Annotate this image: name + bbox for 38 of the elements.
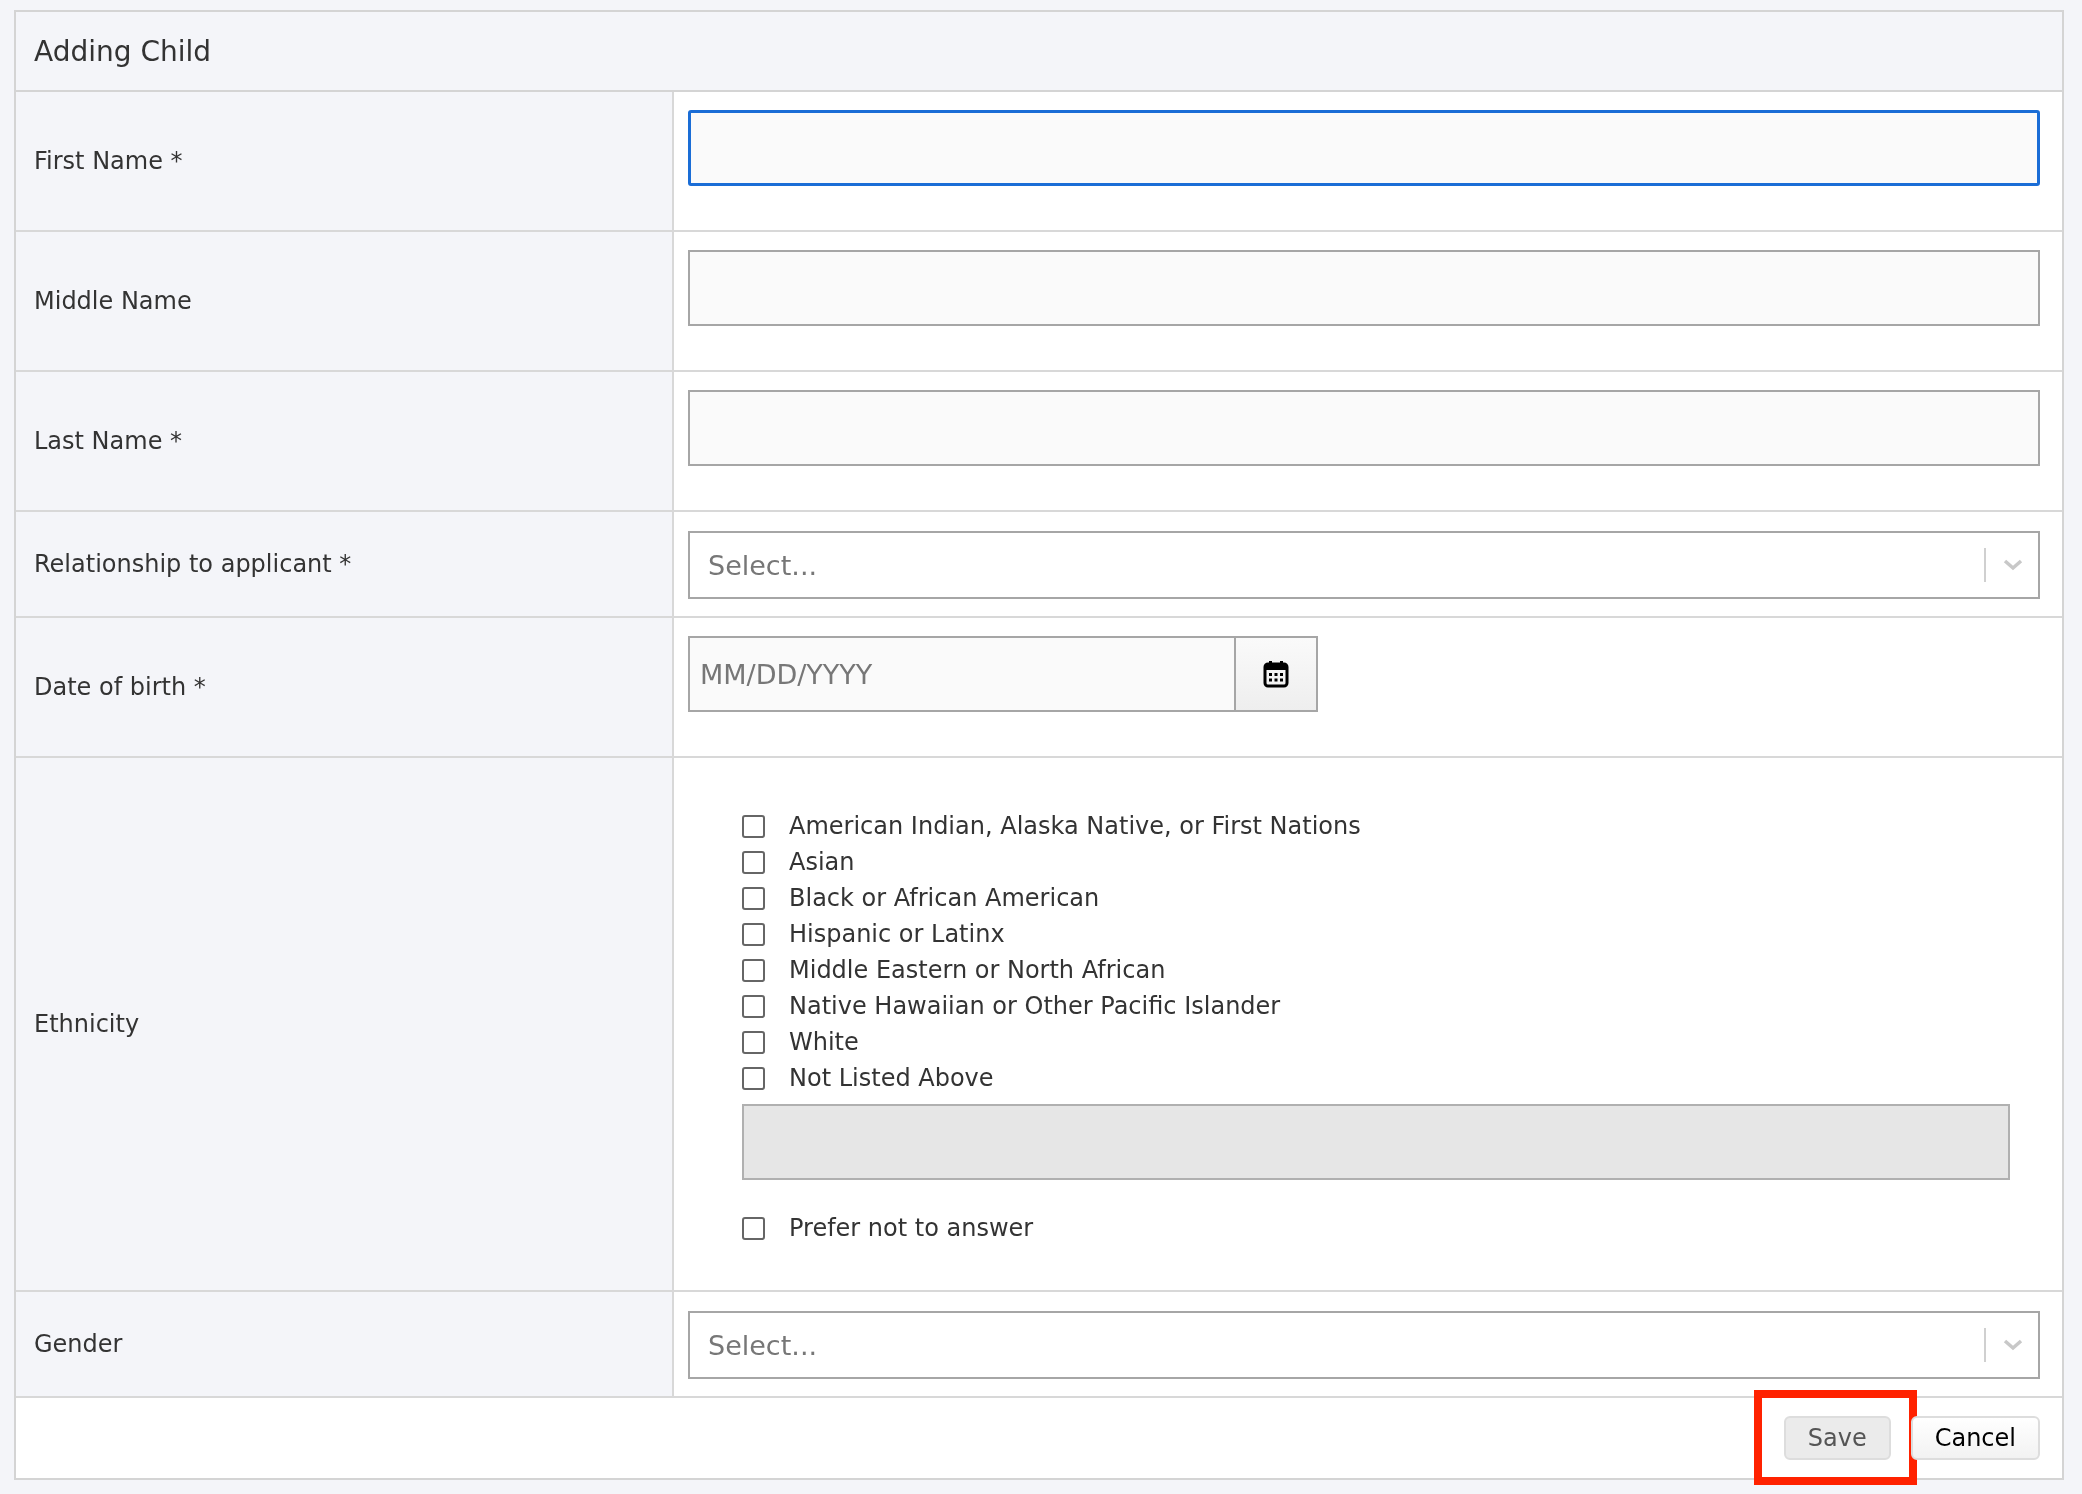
action-button[interactable]: Save — [1783, 1416, 1891, 1460]
checkbox[interactable] — [742, 994, 765, 1018]
checkbox[interactable] — [742, 1030, 765, 1054]
checkbox[interactable] — [742, 1066, 765, 1090]
form-title: Adding Child — [34, 34, 212, 68]
checkbox-label: White — [789, 1028, 859, 1056]
checkbox[interactable] — [742, 1216, 765, 1240]
checkbox[interactable] — [742, 814, 765, 838]
date-field[interactable]: MM/DD/YYYY — [688, 636, 1236, 712]
select-dropdown[interactable]: Select... — [688, 531, 2040, 599]
field-label: Relationship to applicant * — [34, 550, 352, 578]
checkbox[interactable] — [742, 850, 765, 874]
checkbox-label: Hispanic or Latinx — [789, 920, 1005, 948]
field-label: First Name * — [34, 147, 183, 175]
text-field[interactable] — [688, 110, 2040, 186]
checkbox[interactable] — [742, 922, 765, 946]
checkbox-label: Native Hawaiian or Other Pacific Islander — [789, 992, 1281, 1020]
checkbox[interactable] — [742, 886, 765, 910]
text-field[interactable] — [688, 250, 2040, 326]
checkbox-label: Not Listed Above — [789, 1064, 994, 1092]
text-field[interactable] — [688, 390, 2040, 466]
chevron-down-icon — [2002, 1338, 2024, 1352]
field-label: Date of birth * — [34, 673, 206, 701]
select-dropdown[interactable]: Select... — [688, 1311, 2040, 1379]
field-label: Last Name * — [34, 427, 183, 455]
checkbox-label: American Indian, Alaska Native, or First Nations — [789, 812, 1361, 840]
field-label: Ethnicity — [34, 1010, 140, 1038]
checkbox-label: Prefer not to answer — [789, 1214, 1034, 1242]
field-label: Middle Name — [34, 287, 192, 315]
action-button[interactable]: Cancel — [1910, 1416, 2040, 1460]
checkbox[interactable] — [742, 958, 765, 982]
checkbox-label: Middle Eastern or North African — [789, 956, 1166, 984]
chevron-down-icon — [2002, 558, 2024, 572]
calendar-icon — [1263, 660, 1289, 688]
checkbox-label: Black or African American — [789, 884, 1100, 912]
field-label: Gender — [34, 1330, 123, 1358]
checkbox-label: Asian — [789, 848, 855, 876]
calendar-button[interactable] — [1236, 636, 1318, 712]
